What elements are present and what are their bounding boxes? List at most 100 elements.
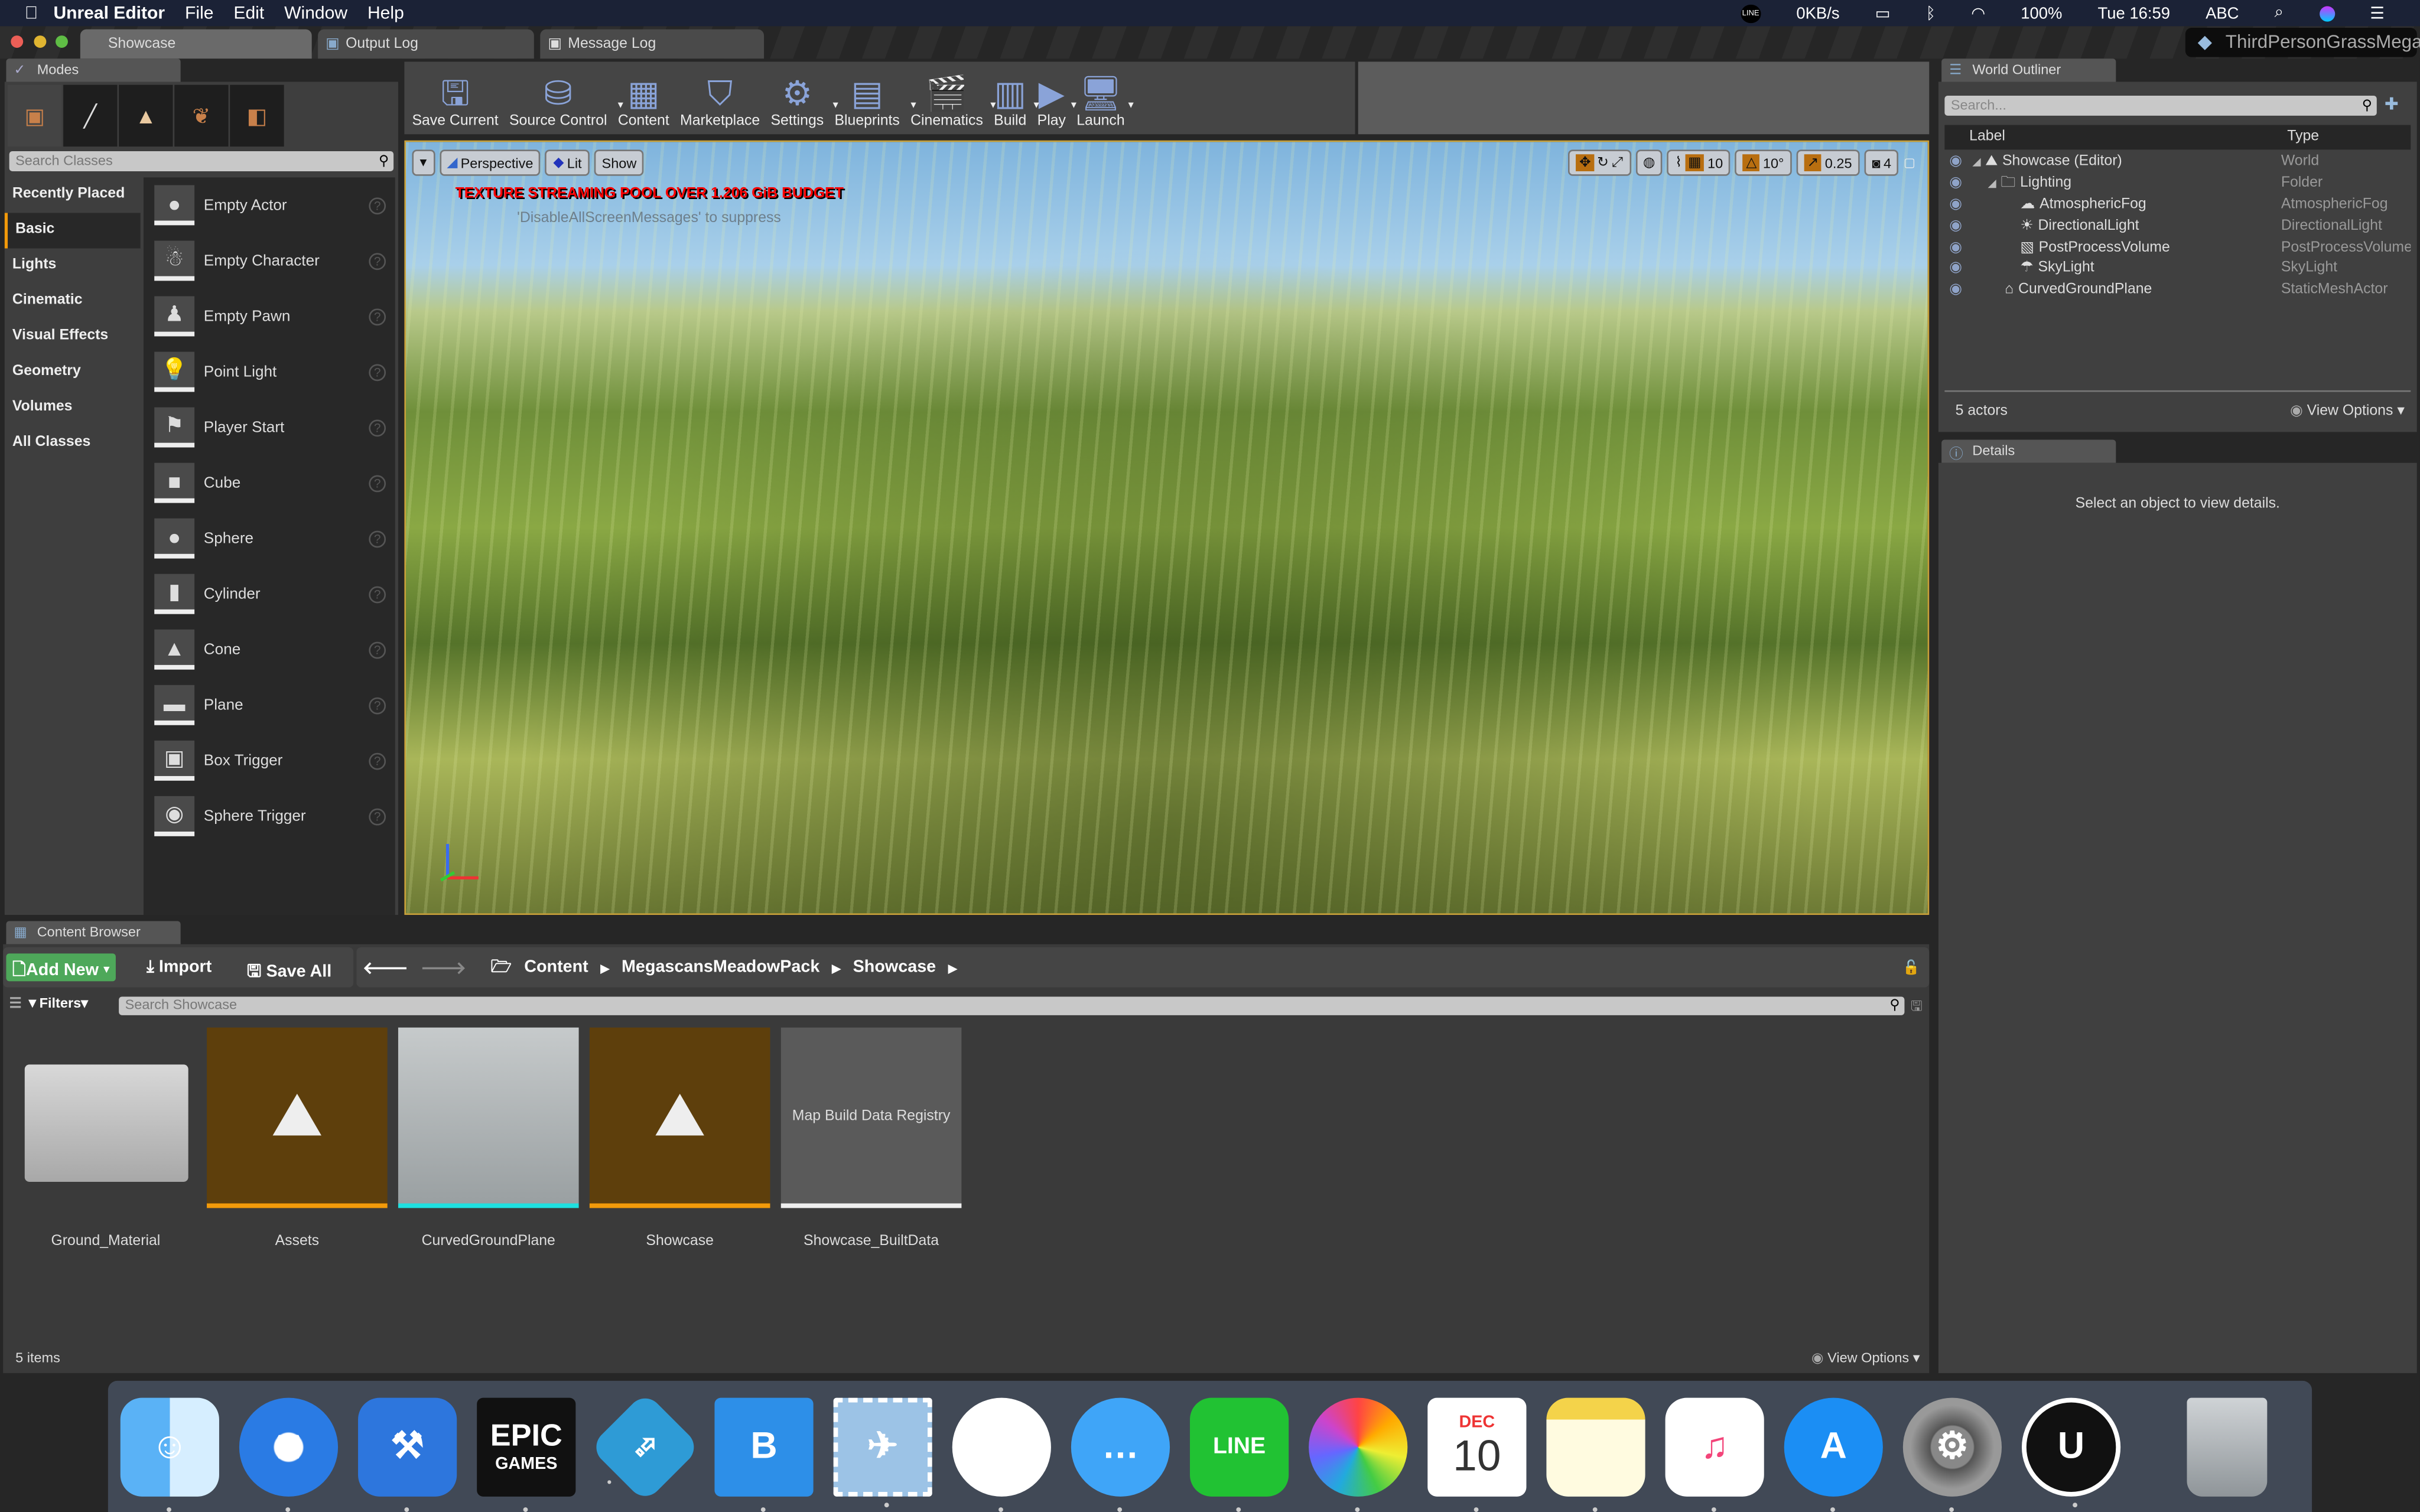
save-current-button[interactable]: 🖫 Save Current xyxy=(408,61,503,130)
content-browser-tab[interactable]: ▦ Content Browser xyxy=(6,921,181,944)
visibility-eye-icon[interactable]: ◉ xyxy=(1944,175,1972,192)
help-icon[interactable]: ? xyxy=(369,474,386,491)
outliner-row[interactable]: ◉ ◢ 🗀 Lighting Folder xyxy=(1944,172,2411,194)
maximize-viewport-icon[interactable]: ▢ xyxy=(1904,156,1915,176)
build-button[interactable]: ▥ Build ▾ xyxy=(989,61,1039,130)
visibility-eye-icon[interactable]: ◉ xyxy=(1944,154,1972,171)
class-item[interactable]: ● Sphere? xyxy=(144,511,395,566)
path-showcase[interactable]: Showcase xyxy=(853,958,936,976)
help-icon[interactable]: ? xyxy=(369,363,386,380)
content-button[interactable]: ▦ Content xyxy=(613,61,674,130)
asset-tile[interactable]: CurvedGroundPlane xyxy=(398,1027,579,1250)
remote-desktop-icon[interactable]: ⇪ xyxy=(589,1390,701,1503)
lock-icon[interactable]: 🔓 xyxy=(1902,959,1920,976)
finder-icon[interactable]: ☺ xyxy=(120,1397,219,1511)
perspective-button[interactable]: ◢ Perspective xyxy=(439,149,541,176)
wifi-icon[interactable]: ◠ xyxy=(1971,4,1985,22)
category-recently-placed[interactable]: Recently Placed xyxy=(5,177,141,213)
cb-view-options[interactable]: ◉ View Options ▾ xyxy=(1811,1350,1920,1367)
airplay-icon[interactable]: ▭ xyxy=(1875,4,1891,22)
paint-mode-icon[interactable]: ╱ xyxy=(63,84,118,147)
outliner-row[interactable]: ◉ ☀ DirectionalLight DirectionalLight xyxy=(1944,215,2411,236)
mail-stamp-icon[interactable]: ✈ xyxy=(833,1397,932,1507)
visibility-eye-icon[interactable]: ◉ xyxy=(1944,260,1972,277)
help-icon[interactable]: ? xyxy=(369,197,386,214)
sources-toggle-icon[interactable]: ☰ xyxy=(9,995,26,1011)
category-geometry[interactable]: Geometry xyxy=(5,355,141,390)
path-chevron-icon[interactable]: ▸ xyxy=(832,957,840,977)
bezel-icon[interactable]: B xyxy=(714,1397,814,1511)
scale-icon[interactable]: ⤢ xyxy=(1612,154,1623,171)
landscape-mode-icon[interactable]: ▲ xyxy=(119,84,173,147)
content-search-input[interactable]: Search Showcase ⚲ xyxy=(119,996,1905,1015)
minimize-window-button[interactable] xyxy=(34,35,47,48)
asset-tile[interactable]: ⛰ Showcase xyxy=(589,1027,770,1250)
help-icon[interactable]: ? xyxy=(369,419,386,436)
unreal-icon[interactable]: U xyxy=(2021,1397,2121,1507)
class-item[interactable]: ▬ Plane? xyxy=(144,677,395,733)
notes-icon[interactable] xyxy=(1546,1397,1645,1511)
geometry-mode-icon[interactable]: ◧ xyxy=(230,84,284,147)
class-item[interactable]: ● Empty Actor? xyxy=(144,177,395,233)
path-content[interactable]: Content xyxy=(524,958,588,976)
visibility-eye-icon[interactable]: ◉ xyxy=(1944,281,1972,298)
viewport-options-button[interactable]: ▾ xyxy=(412,149,435,176)
back-arrow-icon[interactable]: 🡐 xyxy=(363,957,408,978)
clock[interactable]: Tue 16:59 xyxy=(2097,4,2170,22)
class-item[interactable]: ◉ Sphere Trigger? xyxy=(144,788,395,844)
search-classes-input[interactable]: Search Classes ⚲ xyxy=(9,151,394,171)
expand-arrow-icon[interactable]: ◢ xyxy=(1972,158,1980,168)
column-type[interactable]: Type xyxy=(2281,125,2319,150)
category-volumes[interactable]: Volumes xyxy=(5,390,141,426)
menu-file[interactable]: File xyxy=(185,4,213,22)
play-button[interactable]: ▶ Play ▾ xyxy=(1033,61,1076,130)
place-mode-icon[interactable]: ▣ xyxy=(8,84,62,147)
class-item[interactable]: ⚑ Player Start? xyxy=(144,400,395,455)
asset-tile[interactable]: ⛰ Assets xyxy=(207,1027,388,1250)
slack-icon[interactable]: ✱ xyxy=(952,1397,1051,1511)
world-outliner-tab[interactable]: ☰ World Outliner xyxy=(1941,58,2116,82)
rotate-icon[interactable]: ↻ xyxy=(1597,154,1609,171)
app-menu[interactable]: Unreal Editor xyxy=(53,4,165,22)
lit-button[interactable]: ◆ Lit xyxy=(545,149,590,176)
filters-button[interactable]: ☰ ▼Filters▾ xyxy=(9,995,88,1012)
add-new-button[interactable]: 🗋Add New ▾ xyxy=(6,953,116,982)
menu-window[interactable]: Window xyxy=(284,4,347,22)
bluetooth-icon[interactable]: ᛒ xyxy=(1926,4,1936,22)
save-all-button[interactable]: 🖫 Save All xyxy=(247,958,331,988)
safari-icon[interactable]: ⧗ xyxy=(239,1397,339,1511)
line-status-icon[interactable]: LINE xyxy=(1740,4,1761,22)
xcode-icon[interactable]: ⚒ xyxy=(358,1397,457,1511)
help-icon[interactable]: ? xyxy=(369,252,386,269)
save-search-icon[interactable]: 🖫 xyxy=(1911,995,1923,1020)
notification-center-icon[interactable]: ☰ xyxy=(2370,4,2385,22)
outliner-row[interactable]: ◉ ⌂ CurvedGroundPlane StaticMeshActor xyxy=(1944,279,2411,300)
show-button[interactable]: Show xyxy=(594,149,645,176)
outliner-row[interactable]: ◉ ☁ AtmosphericFog AtmosphericFog xyxy=(1944,194,2411,215)
category-basic[interactable]: Basic xyxy=(4,213,141,249)
marketplace-button[interactable]: ⛉ Marketplace xyxy=(675,61,765,130)
epic-games-icon[interactable]: EPIC GAMES xyxy=(477,1397,576,1511)
help-icon[interactable]: ? xyxy=(369,696,386,714)
photos-icon[interactable] xyxy=(1309,1397,1408,1511)
category-all-classes[interactable]: All Classes xyxy=(5,426,141,461)
modes-tab[interactable]: ✓ Modes xyxy=(6,58,181,82)
camera-speed-button[interactable]: ◙ 4 xyxy=(1864,149,1899,176)
asset-tile[interactable]: Ground_Material xyxy=(15,1028,196,1250)
rotation-snap-button[interactable]: △ 10° xyxy=(1735,149,1792,176)
outliner-view-options[interactable]: ◉ View Options ▾ xyxy=(2290,403,2405,420)
help-icon[interactable]: ? xyxy=(369,641,386,659)
category-visual-effects[interactable]: Visual Effects xyxy=(5,320,141,355)
system-preferences-icon[interactable]: ⚙ xyxy=(1902,1397,2002,1511)
scale-snap-button[interactable]: ↗ 0.25 xyxy=(1796,149,1860,176)
help-icon[interactable]: ? xyxy=(369,308,386,325)
source-control-button[interactable]: ⛁ Source Control ▾ xyxy=(505,61,623,130)
cinematics-button[interactable]: 🎬 Cinematics ▾ xyxy=(906,61,996,130)
category-cinematic[interactable]: Cinematic xyxy=(5,284,141,320)
grid-snap-button[interactable]: ⌇ ▦ 10 xyxy=(1667,149,1731,176)
class-item[interactable]: ▲ Cone? xyxy=(144,622,395,677)
zoom-window-button[interactable] xyxy=(56,35,68,48)
launch-button[interactable]: 🖥 Launch ▾ xyxy=(1072,61,1133,130)
level-viewport[interactable]: ▾ ◢ Perspective ◆ Lit Show ✥ ↻ ⤢ ◍ ⌇ ▦ 10 △ 10°… xyxy=(404,140,1930,915)
apple-icon[interactable]:  xyxy=(25,4,38,22)
